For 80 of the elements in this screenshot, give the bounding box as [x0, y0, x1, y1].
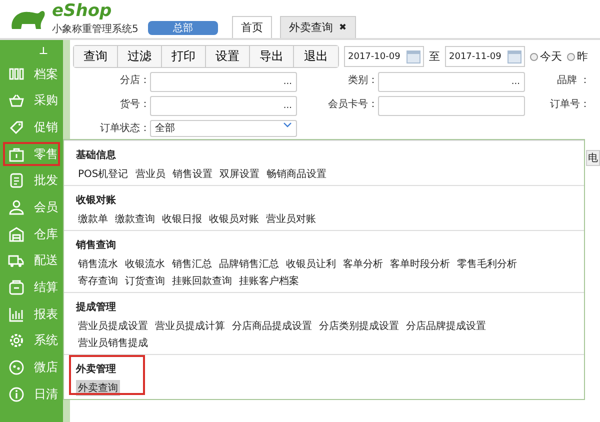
menu-item[interactable]: 营业员销售提成: [76, 335, 150, 351]
toolbar-button[interactable]: 设置: [206, 46, 250, 67]
menu-item[interactable]: 分店类别提成设置: [317, 318, 401, 334]
tab[interactable]: 外卖查询 ✖: [280, 16, 356, 38]
date-field[interactable]: 2017-11-09: [445, 46, 525, 67]
menu-item[interactable]: 销售设置: [170, 166, 214, 182]
radio-option[interactable]: 今天: [530, 49, 562, 64]
date-separator: 至: [429, 49, 440, 64]
menu-item[interactable]: 营业员对账: [264, 211, 318, 227]
cash-box-icon: [8, 279, 25, 296]
radio-option[interactable]: 昨: [567, 49, 588, 64]
input-field[interactable]: ...: [378, 72, 525, 92]
close-icon[interactable]: ✖: [339, 22, 347, 32]
menu-item[interactable]: 挂账回款查询: [170, 273, 234, 289]
menu-item[interactable]: 分店商品提成设置: [230, 318, 314, 334]
app-subtitle: 小象称重管理系统5: [52, 22, 138, 36]
chat-icon: [8, 359, 25, 376]
menu-item[interactable]: 缴款查询: [113, 211, 157, 227]
menu-item[interactable]: 收银流水: [123, 256, 167, 272]
radio-button[interactable]: [567, 52, 575, 60]
menu-item[interactable]: 营业员提成设置: [76, 318, 150, 334]
menu-item[interactable]: 收银日报: [160, 211, 204, 227]
field-label: 货号：: [119, 98, 150, 112]
garage-icon: [8, 226, 25, 243]
toolbar-button[interactable]: 打印: [162, 46, 206, 67]
column-header: 电: [586, 150, 600, 166]
menu-item[interactable]: 挂账客户档案: [237, 273, 301, 289]
bag-icon: [8, 146, 25, 163]
tag-icon: [8, 118, 25, 136]
section-title: 收银对账: [76, 194, 116, 207]
toolbar-button[interactable]: 过滤: [118, 46, 162, 67]
menu-item[interactable]: 寄存查询: [76, 273, 120, 289]
input-field[interactable]: ...: [150, 96, 297, 116]
section-title: 销售查询: [76, 238, 116, 252]
chevron-icon: [283, 121, 292, 128]
bar-chart-icon: [8, 306, 25, 323]
menu-item[interactable]: 分店品牌提成设置: [404, 318, 488, 334]
input-field[interactable]: ...: [150, 72, 297, 92]
branch-button[interactable]: 总部: [148, 21, 218, 35]
brand-name: eShop: [52, 2, 113, 20]
section-title: 基础信息: [76, 148, 116, 162]
toolbar-button[interactable]: 导出: [250, 46, 294, 67]
menu-item[interactable]: 订货查询: [123, 273, 167, 289]
basket-icon: [8, 92, 25, 110]
menu-item[interactable]: 品牌销售汇总: [217, 256, 281, 272]
toolbar-button[interactable]: 查询: [74, 46, 118, 67]
dropdown-field[interactable]: 全部: [150, 120, 297, 137]
field-label: 订单号：: [549, 98, 590, 112]
menu-item[interactable]: 双屏设置: [217, 166, 262, 182]
field-label: 会员卡号：: [327, 98, 378, 112]
receipt-icon: [8, 172, 25, 190]
tab[interactable]: 首页: [232, 16, 272, 38]
menu-item[interactable]: 销售汇总: [170, 256, 214, 272]
person-icon: [8, 198, 25, 216]
menu-item[interactable]: 营业员提成计算: [153, 318, 227, 334]
menu-item[interactable]: 销售流水: [76, 256, 120, 272]
menu-item[interactable]: 零售毛利分析: [455, 256, 519, 272]
input-field[interactable]: [378, 96, 525, 116]
menu-item[interactable]: POS机登记: [76, 166, 130, 182]
menu-item[interactable]: 客单时段分析: [388, 256, 452, 272]
menu-item[interactable]: 缴款单: [76, 211, 110, 227]
field-label: 品牌 ：: [556, 74, 590, 88]
section-title: 外卖管理: [76, 362, 116, 376]
calendar-icon: [507, 49, 522, 64]
settings-icon: [8, 332, 25, 350]
date-field[interactable]: 2017-10-09: [344, 46, 424, 67]
field-label: 订单状态：: [99, 122, 150, 136]
calendar-icon: [406, 49, 421, 64]
menu-item[interactable]: 营业员: [133, 166, 168, 182]
menu-item[interactable]: 收银员对账: [207, 211, 261, 227]
field-label: 类别：: [347, 74, 378, 88]
books-icon: [8, 66, 25, 82]
menu-item[interactable]: 畅销商品设置: [264, 166, 328, 182]
menu-item[interactable]: 客单分析: [341, 256, 385, 272]
menu-item[interactable]: 收银员让利: [284, 256, 338, 272]
toolbar-button[interactable]: 退出: [294, 46, 338, 67]
radio-button[interactable]: [530, 52, 538, 60]
field-label: 分店：: [119, 74, 150, 88]
section-title: 提成管理: [76, 300, 116, 314]
info-icon: [8, 386, 25, 403]
